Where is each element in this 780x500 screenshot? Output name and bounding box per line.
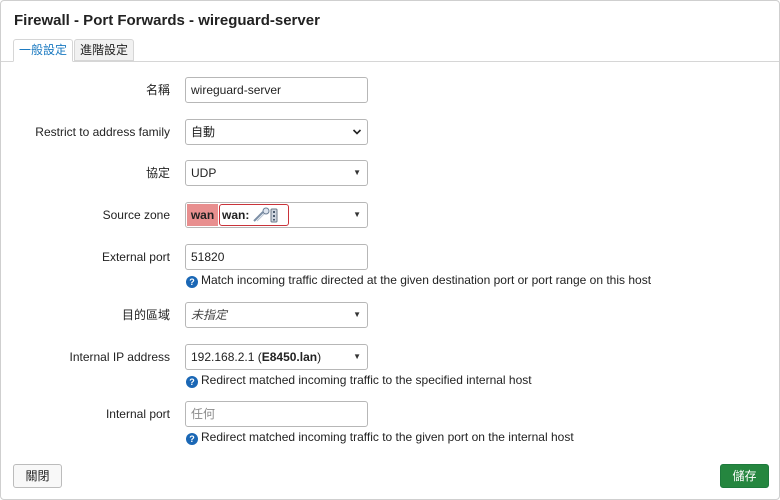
external-port-hint: ? Match incoming traffic directed at the …	[186, 273, 651, 288]
question-circle-icon: ?	[186, 433, 198, 445]
tab-general-settings[interactable]: 一般設定	[13, 39, 74, 62]
network-interface-icon	[253, 207, 278, 223]
dest-zone-value: 未指定	[191, 308, 228, 322]
protocol-label: 協定	[145, 166, 170, 180]
tab-advanced-settings[interactable]: 進階設定	[74, 39, 135, 61]
caret-down-icon: ▼	[353, 310, 361, 319]
question-circle-icon: ?	[186, 276, 198, 288]
zone-chip-wan[interactable]: wan:	[219, 204, 289, 226]
source-zone-dropdown[interactable]: wan wan: ▼	[185, 202, 368, 228]
internal-ip-hint: ? Redirect matched incoming traffic to th…	[186, 373, 532, 388]
protocol-value: UDP	[191, 166, 217, 180]
family-label: Restrict to address family	[35, 125, 170, 139]
save-button[interactable]: 儲存	[720, 464, 769, 488]
protocol-dropdown[interactable]: UDP ▼	[185, 160, 368, 186]
internal-port-input[interactable]: 任何	[185, 401, 368, 427]
external-port-hint-text: Match incoming traffic directed at the g…	[201, 273, 652, 287]
dest-zone-label: 目的區域	[121, 308, 170, 322]
dialog-title: Firewall - Port Forwards - wireguard-ser…	[14, 12, 320, 29]
zone-badge-wan: wan	[187, 204, 218, 226]
caret-down-icon: ▼	[353, 168, 361, 177]
internal-ip-hint-text: Redirect matched incoming traffic to the…	[201, 373, 532, 387]
family-value: 自動	[191, 125, 216, 139]
internal-port-label: Internal port	[105, 407, 170, 421]
internal-ip-value-suffix: )	[317, 350, 322, 364]
name-label: 名稱	[145, 83, 170, 97]
chevron-down-icon	[352, 129, 362, 135]
external-port-input[interactable]: 51820	[185, 244, 368, 270]
internal-ip-value-prefix: 192.168.2.1 (	[191, 350, 262, 364]
question-circle-icon: ?	[186, 376, 198, 388]
port-forward-dialog: Firewall - Port Forwards - wireguard-ser…	[0, 0, 780, 500]
zone-chip-label: wan:	[222, 208, 250, 222]
source-zone-label: Source zone	[102, 208, 170, 222]
internal-port-hint-text: Redirect matched incoming traffic to the…	[201, 430, 574, 444]
internal-ip-dropdown[interactable]: 192.168.2.1 (E8450.lan) ▼	[185, 344, 368, 370]
name-input[interactable]: wireguard-server	[185, 77, 368, 103]
internal-ip-hostname: E8450.lan	[261, 350, 318, 364]
dest-zone-dropdown[interactable]: 未指定 ▼	[185, 302, 368, 328]
tab-bar: 一般設定 進階設定	[1, 39, 779, 62]
family-select[interactable]: 自動	[185, 119, 368, 145]
close-button[interactable]: 關閉	[13, 464, 62, 488]
external-port-label: External port	[101, 250, 170, 264]
internal-ip-label: Internal IP address	[69, 350, 170, 364]
caret-down-icon: ▼	[353, 352, 361, 361]
internal-port-hint: ? Redirect matched incoming traffic to th…	[186, 430, 574, 445]
caret-down-icon: ▼	[353, 210, 361, 219]
